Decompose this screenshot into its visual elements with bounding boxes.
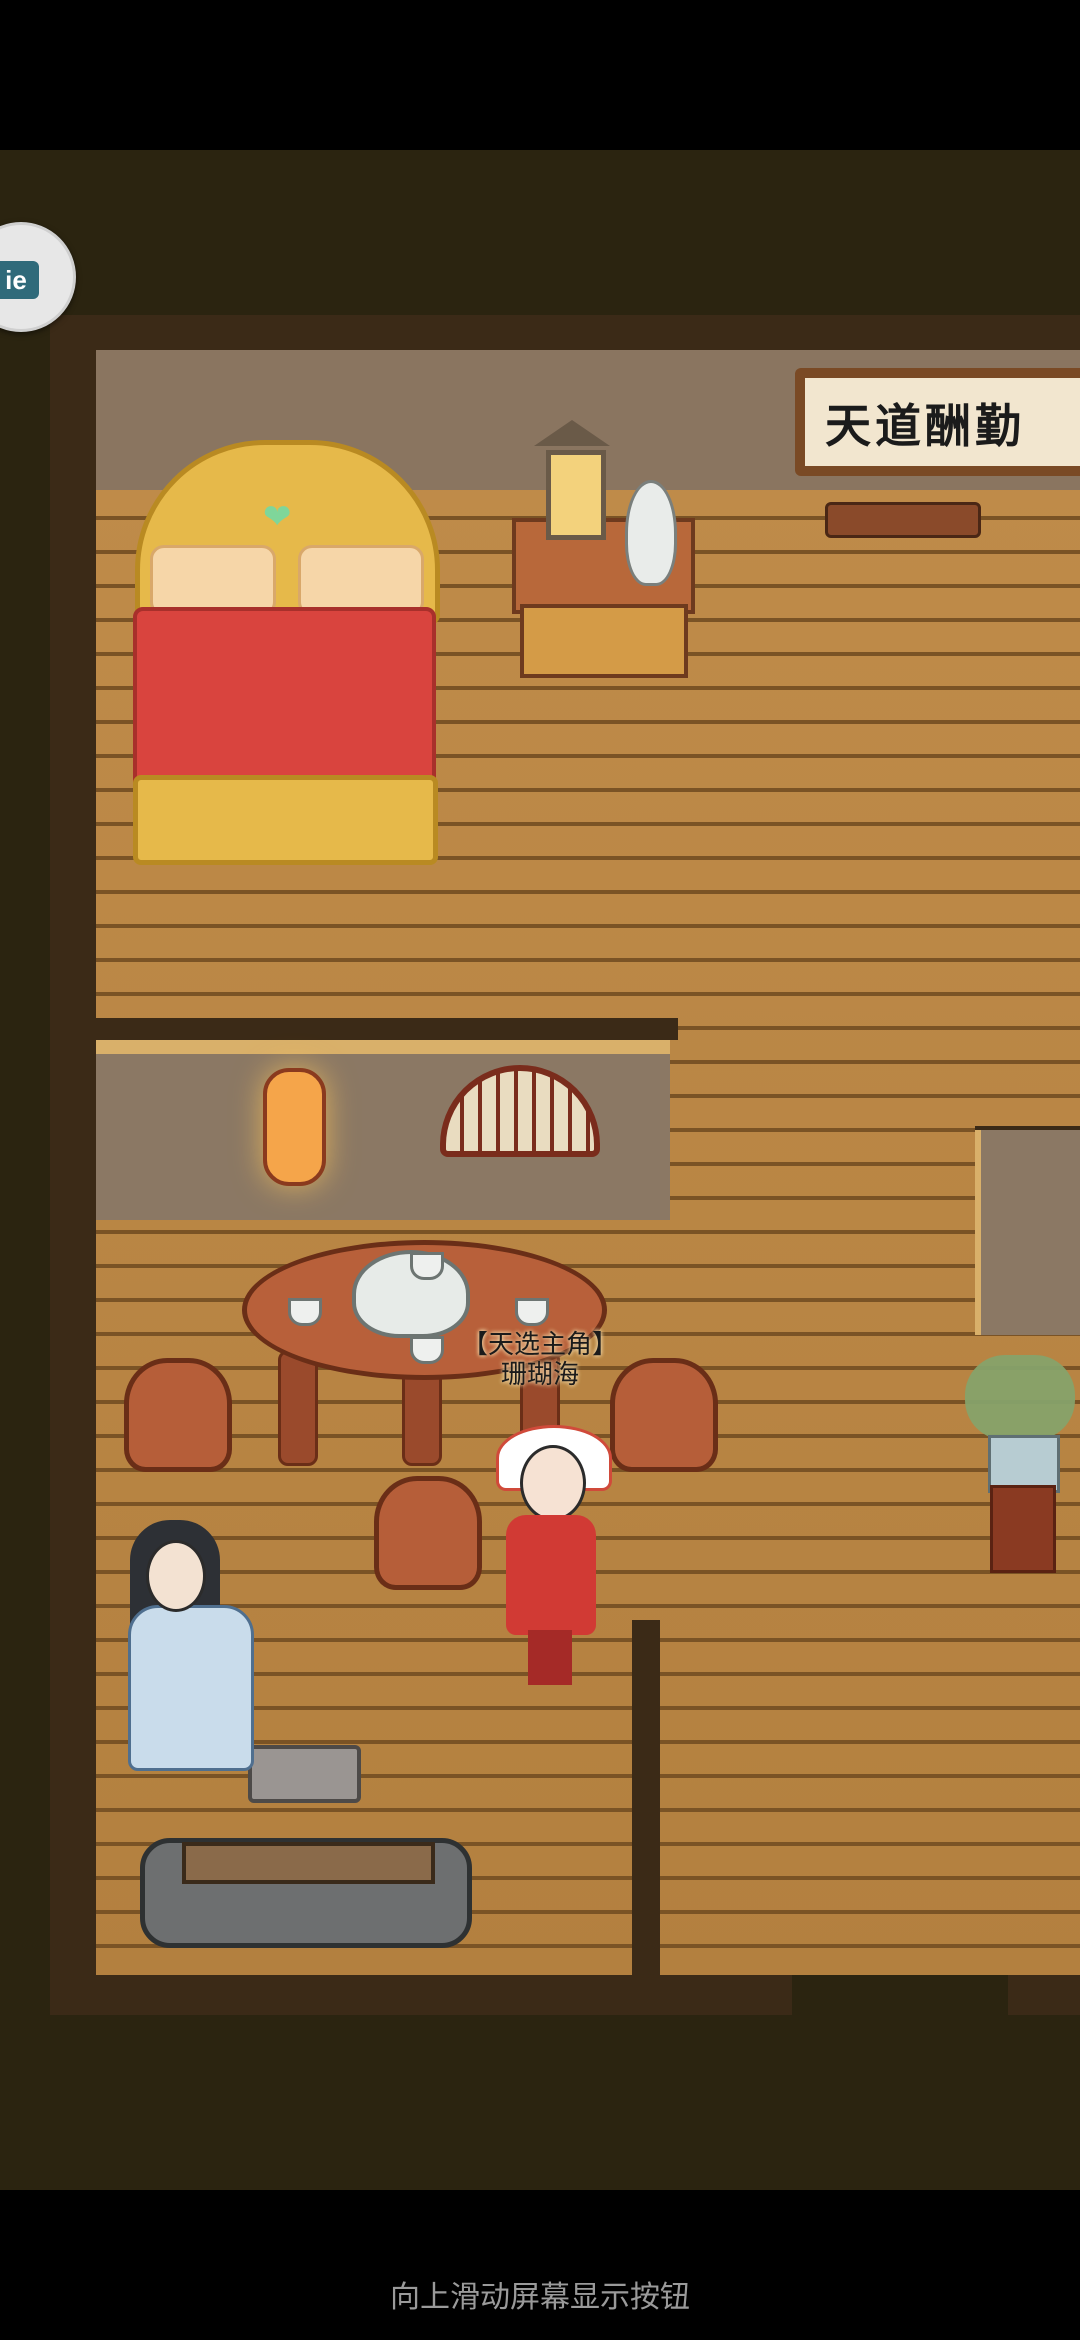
wall-top: [50, 315, 1080, 351]
pillow-right: [298, 545, 424, 616]
bonsai-icon[interactable]: [965, 1355, 1075, 1440]
tea-cup-icon: [288, 1298, 322, 1326]
npc-head: [146, 1540, 206, 1612]
character-body: [506, 1515, 596, 1635]
room-partition: [632, 1620, 660, 1980]
scroll-text: 天道酬勤: [825, 399, 1025, 453]
npc-robe: [128, 1605, 254, 1771]
tea-cup-icon: [515, 1298, 549, 1326]
pillow-left: [150, 545, 276, 616]
bed-footboard: [133, 775, 438, 865]
writing-desk[interactable]: [825, 502, 981, 538]
calligraphy-scroll: 天道酬勤: [795, 368, 1080, 476]
nightstand-base: [520, 604, 688, 678]
hero-name: 珊瑚海: [500, 1360, 579, 1390]
wall-bottom-right: [1008, 1975, 1080, 2015]
npc-swordsman[interactable]: [98, 1510, 268, 1775]
table-leg: [278, 1350, 318, 1466]
lamp-icon[interactable]: [546, 450, 606, 540]
guqin-icon[interactable]: [182, 1842, 435, 1884]
wall-bottom-left: [50, 1975, 792, 2015]
wall-trim: [96, 1040, 670, 1054]
player-character[interactable]: [496, 1425, 612, 1685]
vase-icon[interactable]: [625, 480, 677, 586]
lantern-icon[interactable]: [263, 1068, 326, 1186]
bonsai-stand: [990, 1485, 1056, 1573]
side-room-wall: [975, 1130, 1080, 1335]
tea-cup-icon: [410, 1252, 444, 1280]
wall-left: [50, 315, 96, 2015]
tea-cup-icon: [410, 1336, 444, 1364]
gesture-hint: 向上滑动屏幕显示按钮: [390, 2280, 690, 2315]
stool[interactable]: [374, 1476, 482, 1590]
bed-blanket[interactable]: [133, 607, 436, 795]
hero-title: 【天选主角】: [461, 1330, 618, 1360]
hero-nametag: 【天选主角】 珊瑚海: [460, 1330, 620, 1390]
status-bar-area: [0, 0, 1080, 150]
app-shortcut-icon: ie: [0, 261, 39, 299]
room-divider-ledge: [96, 1018, 678, 1040]
stool[interactable]: [610, 1358, 718, 1472]
heart-icon: ❤: [263, 497, 292, 537]
character-legs: [528, 1630, 572, 1685]
character-head: [520, 1445, 586, 1521]
stool[interactable]: [124, 1358, 232, 1472]
navigation-bar-area[interactable]: [0, 2190, 1080, 2340]
